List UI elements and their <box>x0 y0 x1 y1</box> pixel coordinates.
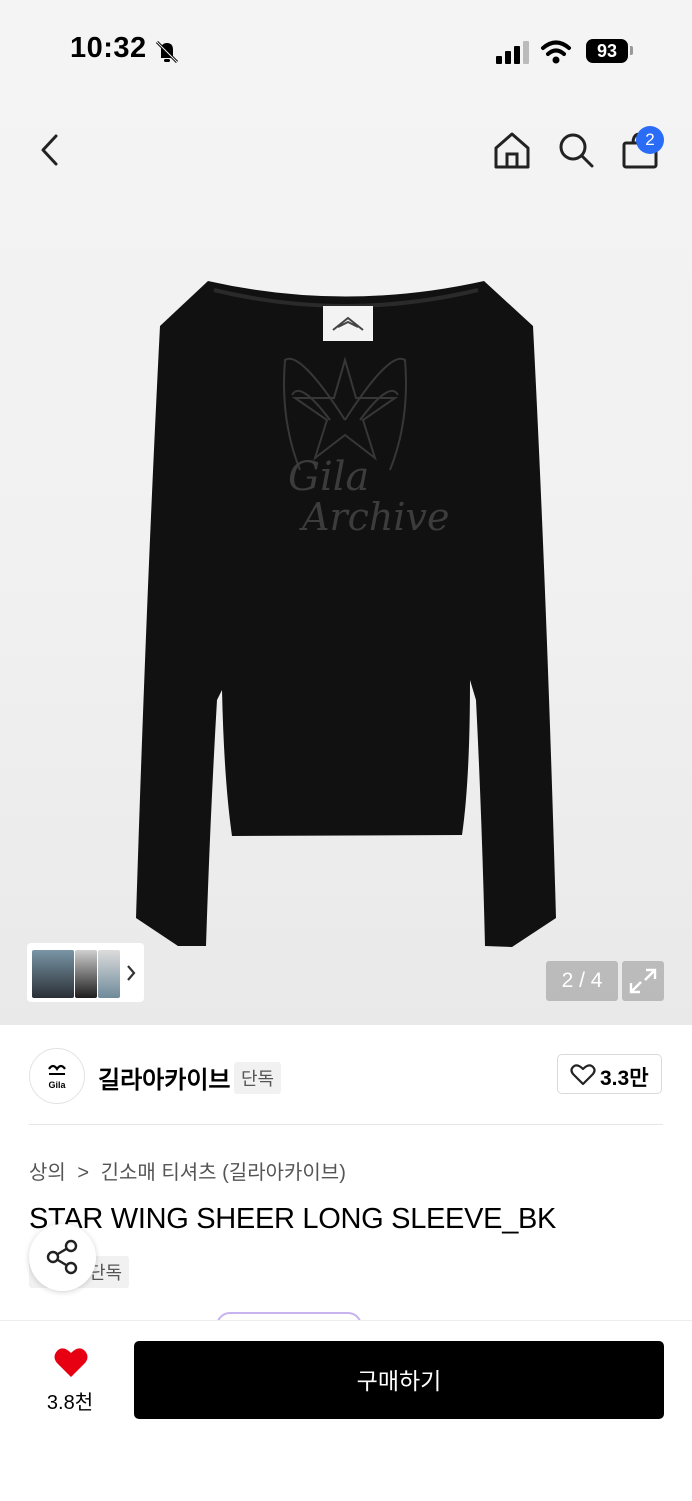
bell-muted-icon <box>155 40 179 64</box>
share-icon <box>46 1239 78 1275</box>
breadcrumb-separator: > <box>77 1162 90 1184</box>
battery-level: 93 <box>586 39 628 63</box>
breadcrumb-category[interactable]: 긴소매 티셔츠 (길라아카이브) <box>101 1162 346 1184</box>
share-button[interactable] <box>29 1224 96 1291</box>
expand-icon <box>629 968 657 994</box>
battery-cap <box>630 46 633 55</box>
product-title: STAR WING SHEER LONG SLEEVE_BK <box>29 1203 557 1235</box>
fullscreen-button[interactable] <box>622 961 664 1001</box>
brand-logo-text: Gila <box>48 1080 66 1090</box>
thumbnail-1[interactable] <box>32 950 74 998</box>
exclusive-badge: 단독 <box>234 1062 282 1094</box>
thumbnail-2[interactable] <box>75 950 97 998</box>
brand-like-count: 3.3만 <box>600 1067 649 1090</box>
heart-outline-icon <box>570 1064 596 1086</box>
heart-filled-icon[interactable] <box>53 1347 89 1379</box>
thumbnail-3[interactable] <box>98 950 120 998</box>
cart-count-badge: 2 <box>636 126 664 154</box>
wish-count: 3.8천 <box>46 1392 94 1414</box>
brand-logo-mark <box>48 1064 66 1075</box>
print-text-gila: Gila <box>288 454 369 500</box>
thumbnail-strip[interactable] <box>27 943 144 1002</box>
buy-button[interactable]: 구매하기 <box>134 1341 664 1419</box>
brand-name[interactable]: 길라아카이브 <box>98 1060 230 1095</box>
breadcrumb-root[interactable]: 상의 <box>29 1162 66 1184</box>
home-icon[interactable] <box>492 130 532 170</box>
status-time: 10:32 <box>70 32 147 64</box>
chevron-right-icon[interactable] <box>124 963 138 983</box>
print-text-archive: Archive <box>299 495 449 539</box>
breadcrumb: 상의 > 긴소매 티셔츠 (길라아카이브) <box>29 1156 346 1185</box>
image-page-indicator: 2 / 4 <box>546 961 618 1001</box>
search-icon[interactable] <box>556 130 596 170</box>
divider <box>29 1124 663 1125</box>
back-arrow-icon[interactable] <box>34 130 66 170</box>
brand-logo[interactable]: Gila <box>29 1048 85 1104</box>
signal-wifi-icons <box>496 40 571 64</box>
